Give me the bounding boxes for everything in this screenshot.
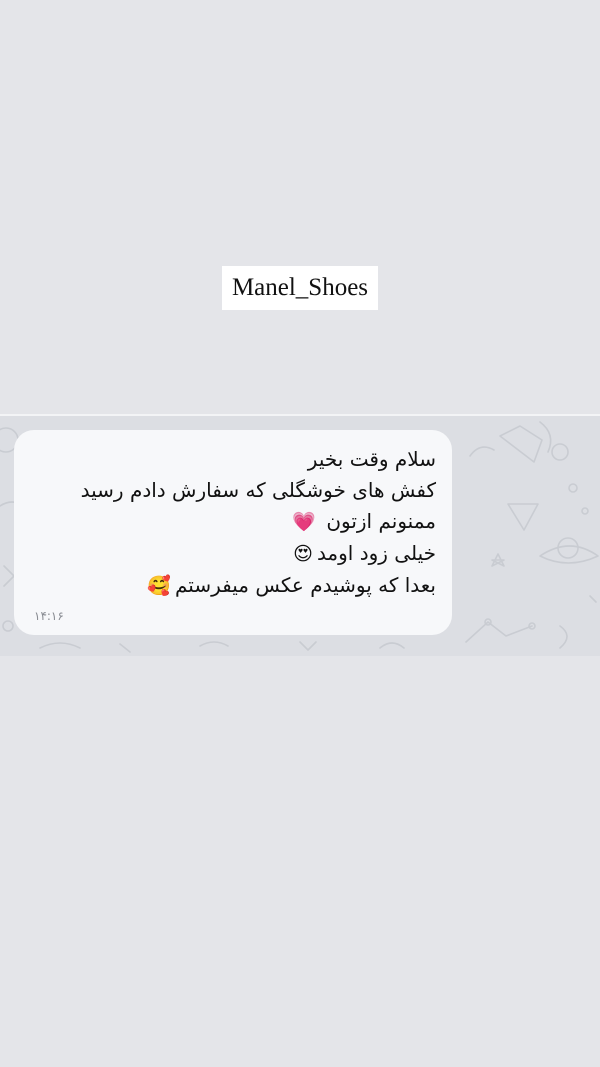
story-background-bottom (0, 656, 600, 1067)
brand-label-text: Manel_Shoes (231, 274, 369, 301)
message-line: ممنونم ازتون 💗 (30, 506, 436, 538)
message-line: خیلی زود اومد😍 (30, 538, 436, 570)
brand-label: Manel_Shoes (222, 266, 378, 310)
message-line-text: کفش های خوشگلی که سفارش دادم رسید (80, 478, 436, 502)
message-line-text: خیلی زود اومد (316, 541, 436, 565)
heart-eyes-emoji-icon: 😍 (293, 543, 313, 565)
story-background-top (0, 0, 600, 415)
message-line-text: ممنونم ازتون (326, 509, 436, 533)
incoming-message-bubble[interactable]: سلام وقت بخیر کفش های خوشگلی که سفارش دا… (14, 430, 452, 635)
pink-heart-emoji-icon: 💗 (292, 511, 316, 533)
message-line-text: سلام وقت بخیر (307, 447, 436, 471)
message-timestamp: ۱۴:۱۶ (34, 609, 64, 623)
message-line: کفش های خوشگلی که سفارش دادم رسید (30, 475, 436, 506)
message-line-text: بعدا که پوشیدم عکس میفرستم (175, 573, 436, 597)
message-line: بعدا که پوشیدم عکس میفرستم🥰 (30, 570, 436, 602)
message-line: سلام وقت بخیر (30, 444, 436, 475)
smiling-face-with-hearts-emoji-icon: 🥰 (147, 575, 171, 597)
